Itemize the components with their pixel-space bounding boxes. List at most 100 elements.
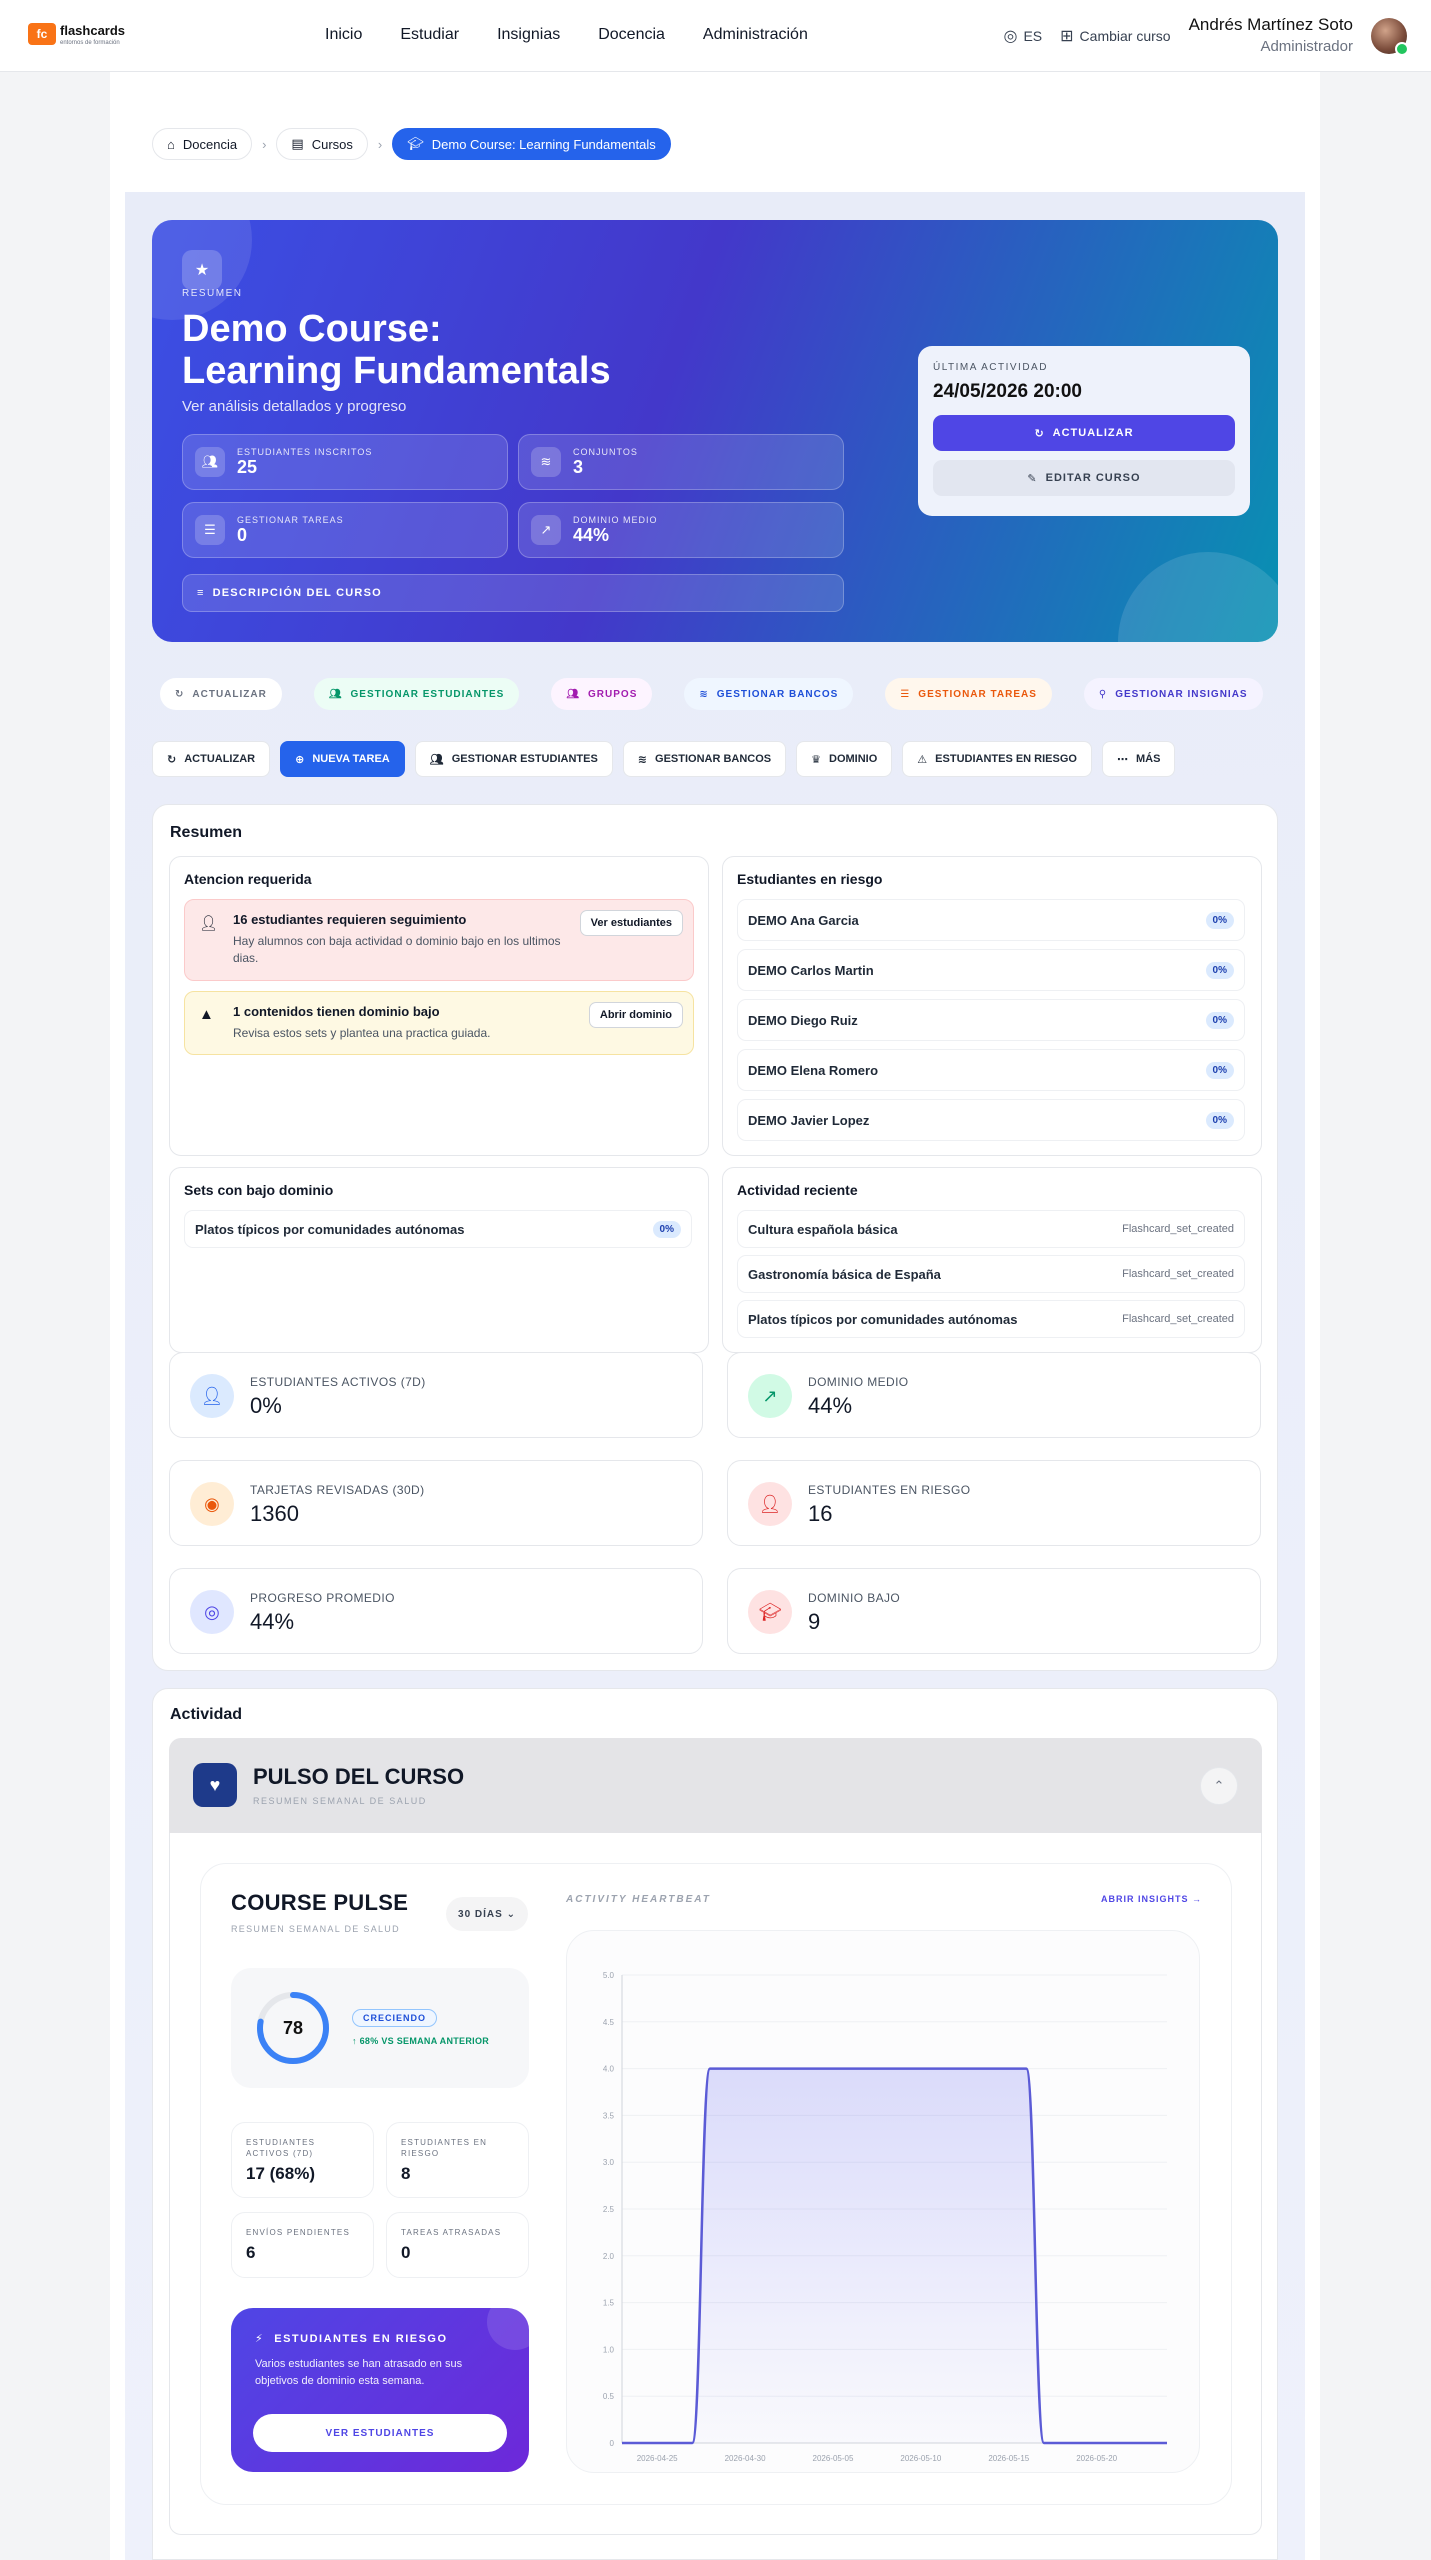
list-item[interactable]: DEMO Elena Romero 0%: [737, 1049, 1245, 1091]
globe-icon: ◎: [1003, 28, 1018, 45]
switch-course-button[interactable]: ⊞ Cambiar curso: [1060, 26, 1170, 46]
pulse-header[interactable]: ♥ PULSO DEL CURSO RESUMEN SEMANAL DE SAL…: [169, 1738, 1262, 1833]
risk-callout-title-text: ESTUDIANTES EN RIESGO: [274, 2332, 448, 2345]
view-students-button[interactable]: Ver estudiantes: [579, 910, 683, 936]
risk-title: Estudiantes en riesgo: [737, 871, 883, 887]
stat-enrolled[interactable]: 👥︎ ESTUDIANTES INSCRITOS 25: [182, 434, 508, 490]
y-tick-label: 4.5: [603, 2018, 615, 2027]
student-name: DEMO Diego Ruiz: [748, 1012, 858, 1028]
menu-inicio[interactable]: Inicio: [325, 26, 362, 44]
logo[interactable]: fc flashcards entornos de formación: [28, 22, 125, 46]
user-name: Andrés Martínez Soto: [1188, 15, 1353, 34]
students-at-risk-card: Estudiantes en riesgo DEMO Ana Garcia 0% …: [722, 856, 1262, 1156]
eye-icon: ◉: [190, 1482, 234, 1526]
list-icon: ☰: [900, 688, 911, 700]
risk-callout-title: ⚡ ESTUDIANTES EN RIESGO: [255, 2332, 448, 2346]
manage-students-button[interactable]: 👥︎ GESTIONAR ESTUDIANTES: [414, 741, 613, 777]
list-item[interactable]: Platos típicos por comunidades autónomas…: [184, 1210, 692, 1248]
open-mastery-button[interactable]: Abrir dominio: [588, 1002, 683, 1028]
menu-docencia[interactable]: Docencia: [598, 26, 665, 44]
period-select[interactable]: 30 DÍAS ⌄: [446, 1897, 528, 1931]
button-label: MÁS: [1135, 753, 1161, 765]
pill-groups[interactable]: 👥︎ GRUPOS: [551, 678, 653, 710]
stat-sets[interactable]: ≋ CONJUNTOS 3: [518, 434, 844, 490]
course-hero: ★ RESUMEN Demo Course: Learning Fundament…: [152, 220, 1278, 642]
user-info[interactable]: Andrés Martínez Soto Administrador: [1189, 14, 1353, 58]
edit-icon: ✎: [1027, 472, 1038, 485]
list-item[interactable]: DEMO Diego Ruiz 0%: [737, 999, 1245, 1041]
students-at-risk-button[interactable]: ⚠ ESTUDIANTES EN RIESGO: [902, 741, 1092, 777]
attention-mastery-alert: ▲ 1 contenidos tienen dominio bajo Revis…: [184, 991, 694, 1055]
menu-insignias[interactable]: Insignias: [497, 26, 560, 44]
group-icon: 👥︎: [566, 688, 581, 700]
heartbeat-chart-card: 0 0.5 1.0 1.5 2.0 2.5 3.0 3.5 4.0 4.5 5.0 2026-04-2…: [566, 1930, 1200, 2473]
menu-estudiar[interactable]: Estudiar: [400, 26, 459, 44]
language-selector[interactable]: ◎ ES: [1003, 26, 1042, 46]
top-nav: fc flashcards entornos de formación Inici…: [0, 0, 1431, 72]
list-item[interactable]: DEMO Carlos Martin 0%: [737, 949, 1245, 991]
avatar[interactable]: [1371, 18, 1409, 56]
low-mastery-card: Sets con bajo dominio Platos típicos por…: [169, 1167, 709, 1353]
breadcrumb-label: Cursos: [311, 136, 353, 152]
refresh-button[interactable]: ↻ ACTUALIZAR: [933, 415, 1235, 451]
menu-administracion[interactable]: Administración: [703, 26, 808, 44]
more-button[interactable]: ⋯ MÁS: [1101, 741, 1176, 777]
breadcrumb-docencia[interactable]: ⌂ Docencia: [152, 128, 253, 160]
alert-description: Revisa estos sets y plantea una practica…: [233, 1026, 491, 1040]
manage-banks-button[interactable]: ≋ GESTIONAR BANCOS: [622, 741, 787, 777]
logo-mark: fc: [28, 23, 56, 45]
pill-label: ACTUALIZAR: [192, 688, 267, 700]
y-tick-label: 2.5: [603, 2205, 615, 2214]
refresh-icon: ↻: [1034, 427, 1045, 440]
pulse-title: PULSO DEL CURSO: [253, 1764, 465, 1789]
chart-line-icon: ↗: [531, 515, 561, 545]
edit-course-button[interactable]: ✎ EDITAR CURSO: [933, 460, 1235, 496]
pill-manage-badges[interactable]: ⚲ GESTIONAR INSIGNIAS: [1083, 678, 1263, 710]
list-item[interactable]: DEMO Ana Garcia 0%: [737, 899, 1245, 941]
stat-label: GESTIONAR TAREAS: [237, 514, 344, 525]
edit-label: EDITAR CURSO: [1045, 472, 1141, 484]
stat-mastery[interactable]: ↗ DOMINIO MEDIO 44%: [518, 502, 844, 558]
hero-tag: RESUMEN: [182, 288, 243, 299]
user-alert-icon: 👤︎: [748, 1482, 792, 1526]
students-icon: 👥︎: [195, 447, 225, 477]
list-item[interactable]: Gastronomía básica de España Flashcard_se…: [737, 1255, 1245, 1293]
view-students-button[interactable]: VER ESTUDIANTES: [253, 2414, 507, 2452]
heartbeat-title: ACTIVITY HEARTBEAT: [566, 1894, 711, 1905]
chevron-right-icon: ›: [262, 136, 267, 152]
stat-tasks[interactable]: ☰ GESTIONAR TAREAS 0: [182, 502, 508, 558]
user-alert-icon: ⚠: [917, 753, 928, 766]
pill-refresh[interactable]: ↻ ACTUALIZAR: [160, 678, 282, 710]
pill-manage-students[interactable]: 👥︎ GESTIONAR ESTUDIANTES: [313, 678, 520, 710]
refresh-button[interactable]: ↻ ACTUALIZAR: [152, 741, 271, 777]
course-description-toggle[interactable]: ≡ DESCRIPCIÓN DEL CURSO: [182, 574, 844, 612]
y-tick-label: 2.0: [603, 2252, 615, 2261]
breadcrumb-current-course[interactable]: 🎓︎ Demo Course: Learning Fundamentals: [392, 128, 671, 160]
new-task-button[interactable]: ⊕ NUEVA TAREA: [280, 741, 405, 777]
open-insights-link[interactable]: ABRIR INSIGHTS →: [1101, 1894, 1202, 1904]
kpi-value: 16: [808, 1501, 833, 1526]
list-item[interactable]: Cultura española básica Flashcard_set_cre…: [737, 1210, 1245, 1248]
refresh-icon: ↻: [175, 688, 185, 700]
x-tick-label: 2026-04-30: [725, 2454, 766, 2463]
mini-label: ENVÍOS PENDIENTES: [246, 2228, 350, 2237]
quick-actions: ↻ ACTUALIZAR 👥︎ GESTIONAR ESTUDIANTES 👥︎ GR…: [160, 678, 1263, 710]
pill-manage-tasks[interactable]: ☰ GESTIONAR TAREAS: [885, 678, 1052, 710]
low-mastery-title: Sets con bajo dominio: [184, 1182, 334, 1198]
mastery-button[interactable]: ♛ DOMINIO: [796, 741, 893, 777]
language-label: ES: [1023, 28, 1043, 44]
chevron-up-icon[interactable]: ⌃: [1200, 1767, 1238, 1805]
stat-value: 3: [573, 456, 584, 477]
pill-label: GESTIONAR TAREAS: [918, 688, 1037, 700]
activity-name: Platos típicos por comunidades autónomas: [748, 1311, 1018, 1327]
x-tick-label: 2026-05-15: [988, 2454, 1029, 2463]
kpi-value: 1360: [250, 1501, 299, 1526]
breadcrumb-cursos[interactable]: ▤ Cursos: [276, 128, 368, 160]
list-item[interactable]: Platos típicos por comunidades autónomas…: [737, 1300, 1245, 1338]
pill-label: GESTIONAR INSIGNIAS: [1115, 688, 1248, 700]
pill-manage-banks[interactable]: ≋ GESTIONAR BANCOS: [684, 678, 854, 710]
layers-icon: ≋: [531, 447, 561, 477]
decorative-circle: [487, 2308, 529, 2350]
list-item[interactable]: DEMO Javier Lopez 0%: [737, 1099, 1245, 1141]
mini-value: 17 (68%): [246, 2164, 315, 2183]
